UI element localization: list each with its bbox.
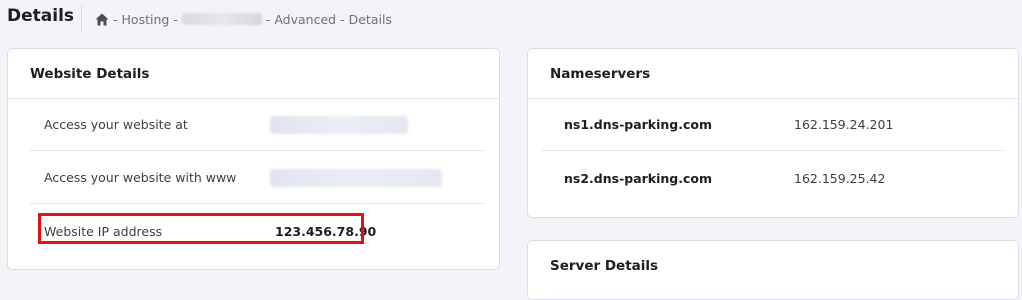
breadcrumb-hosting[interactable]: Hosting (122, 12, 170, 27)
breadcrumb: - Hosting - - Advanced - Details (95, 10, 392, 28)
website-details-title: Website Details (8, 49, 499, 99)
breadcrumb-domain-redacted[interactable] (181, 13, 262, 25)
server-details-card: Server Details (527, 240, 1019, 300)
breadcrumb-separator: - (113, 11, 118, 27)
nameserver-ip: 162.159.24.201 (794, 117, 894, 132)
breadcrumb-details: Details (348, 11, 392, 27)
breadcrumb-separator: - (265, 11, 271, 27)
website-url-row: Access your website at (30, 99, 485, 151)
ip-highlight-box (38, 213, 364, 244)
nameservers-title: Nameservers (528, 49, 1018, 99)
nameserver-row: ns2.dns-parking.com 162.159.25.42 (542, 152, 1004, 204)
breadcrumb-separator: - (173, 11, 178, 27)
website-www-row: Access your website with www (30, 152, 485, 204)
page-title: Details (7, 6, 75, 26)
website-www-label: Access your website with www (44, 170, 237, 185)
website-url-value-redacted[interactable] (270, 115, 408, 134)
nameserver-name: ns1.dns-parking.com (564, 117, 713, 132)
breadcrumb-separator: - (340, 11, 345, 27)
nameserver-ip: 162.159.25.42 (794, 170, 886, 186)
home-icon[interactable] (95, 13, 109, 26)
website-url-label: Access your website at (44, 117, 188, 132)
nameservers-card: Nameservers ns1.dns-parking.com 162.159.… (527, 48, 1019, 218)
breadcrumb-advanced[interactable]: Advanced (274, 12, 336, 27)
top-bar: Details - Hosting - - Advanced - Details (0, 0, 1022, 38)
website-www-value-redacted[interactable] (270, 168, 442, 187)
title-divider (81, 5, 82, 33)
nameserver-row: ns1.dns-parking.com 162.159.24.201 (542, 99, 1004, 151)
server-details-title: Server Details (550, 258, 659, 274)
nameserver-name: ns2.dns-parking.com (564, 170, 713, 186)
